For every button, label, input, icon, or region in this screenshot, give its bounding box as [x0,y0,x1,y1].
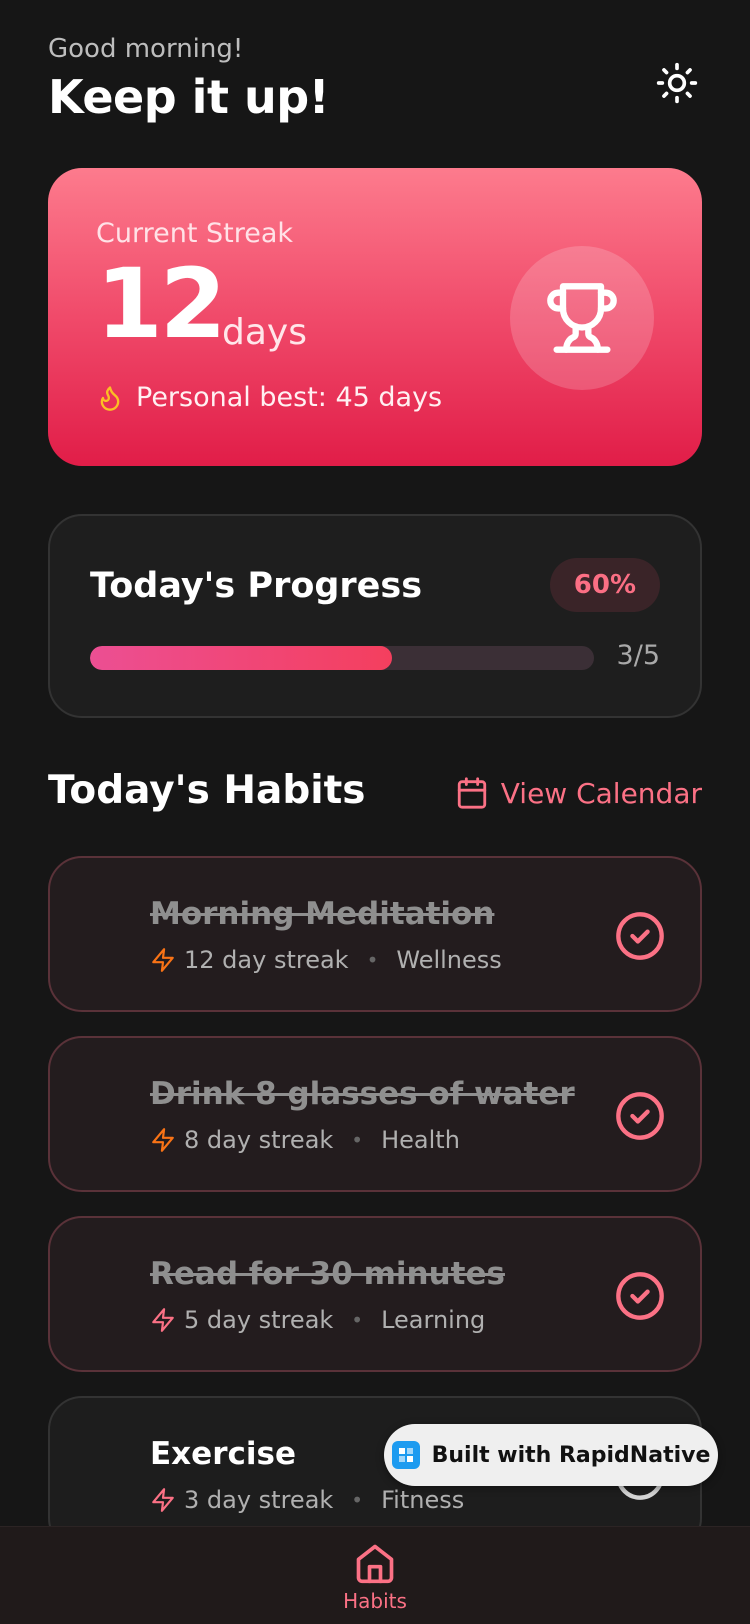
habit-meta: 12 day streak • Wellness [150,946,502,974]
view-calendar-label: View Calendar [500,776,702,810]
progress-bar [90,646,594,670]
habit-name: Drink 8 glasses of water [150,1076,575,1112]
progress-title: Today's Progress [90,566,423,606]
trophy-icon [547,283,617,353]
habit-card[interactable]: Drink 8 glasses of water 8 day streak • … [48,1036,702,1192]
rapidnative-logo-icon [391,1441,420,1469]
streak-label: Current Streak [96,218,294,249]
habit-card[interactable]: Morning Meditation 12 day streak • Welln… [48,856,702,1012]
habits-section-title: Today's Habits [48,768,366,813]
habit-meta: 3 day streak • Fitness [150,1486,464,1514]
tab-label: Habits [343,1589,407,1613]
habit-streak: 8 day streak [184,1126,334,1154]
habit-category: Learning [381,1306,486,1334]
tab-habits[interactable]: Habits [340,1541,410,1624]
habits-screen: Good morning! Keep it up! Current Streak… [0,0,750,1624]
flame-icon [100,385,120,411]
habit-meta: 5 day streak • Learning [150,1306,485,1334]
bottom-tab-bar: Habits [0,1526,750,1624]
streak-unit: days [222,312,307,353]
habit-category: Wellness [396,946,502,974]
header: Good morning! Keep it up! [48,34,702,124]
check-circle-icon[interactable] [614,1090,666,1142]
trophy-badge [510,246,654,390]
habit-streak: 3 day streak [184,1486,334,1514]
streak-card: Current Streak 12 days Personal best: 45… [48,168,702,466]
habit-streak: 5 day streak [184,1306,334,1334]
personal-best: Personal best: 45 days [96,382,442,413]
habit-card[interactable]: Read for 30 minutes 5 day streak • Learn… [48,1216,702,1372]
check-circle-icon[interactable] [614,910,666,962]
calendar-icon [457,777,486,809]
habit-streak: 12 day streak [184,946,349,974]
habit-category: Fitness [381,1486,465,1514]
meta-separator: • [366,948,379,972]
meta-separator: • [351,1308,364,1332]
meta-separator: • [351,1488,364,1512]
rapidnative-badge[interactable]: Built with RapidNative [384,1424,718,1486]
meta-separator: • [351,1128,364,1152]
page-title: Keep it up! [48,70,330,124]
habit-category: Health [381,1126,460,1154]
view-calendar-link[interactable]: View Calendar [455,776,702,810]
progress-bar-fill [90,646,393,670]
theme-toggle-button[interactable] [652,58,702,108]
bolt-icon [152,948,174,972]
habit-meta: 8 day streak • Health [150,1126,460,1154]
personal-best-text: Personal best: 45 days [136,382,443,413]
bolt-icon [152,1488,174,1512]
progress-count: 3/5 [616,640,660,671]
greeting-text: Good morning! [48,34,244,64]
bolt-icon [152,1308,174,1332]
home-icon [356,1544,394,1584]
progress-card: Today's Progress 60% 3/5 [48,514,702,718]
habit-name: Read for 30 minutes [150,1256,505,1292]
badge-text: Built with RapidNative [431,1442,711,1468]
sun-icon [656,62,698,104]
streak-value: 12 [96,248,227,360]
progress-percent-badge: 60% [549,558,660,612]
check-circle-icon[interactable] [614,1270,666,1322]
habit-name: Morning Meditation [150,896,495,932]
habit-name: Exercise [150,1436,296,1472]
bolt-icon [152,1128,174,1152]
